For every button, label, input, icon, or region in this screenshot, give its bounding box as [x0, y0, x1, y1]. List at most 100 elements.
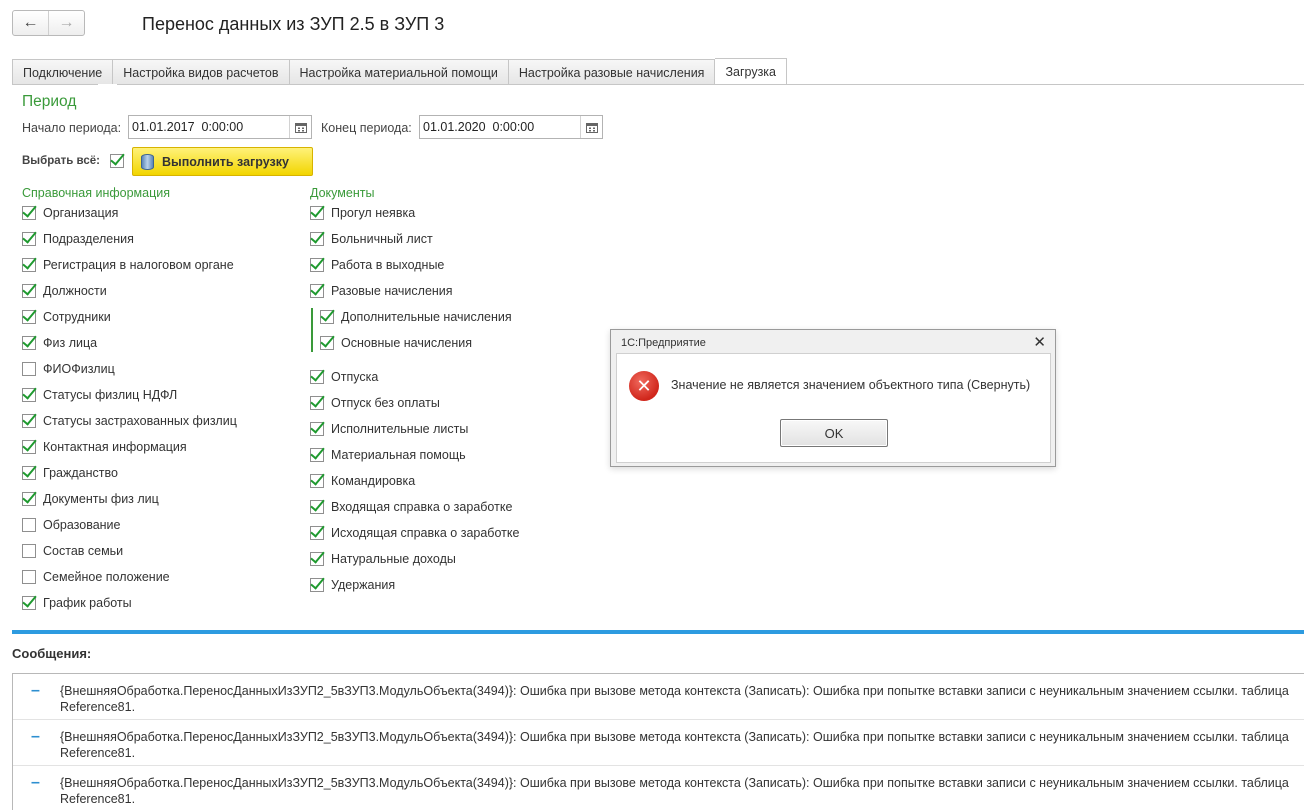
- checkbox[interactable]: [22, 310, 36, 324]
- checkbox[interactable]: [22, 284, 36, 298]
- checkbox[interactable]: [310, 258, 324, 272]
- checkbox[interactable]: [310, 284, 324, 298]
- checkbox[interactable]: [310, 448, 324, 462]
- checkbox-label: Прогул неявка: [331, 206, 416, 220]
- start-period-field[interactable]: 01.01.2017 0:00:00: [128, 115, 312, 139]
- checkbox[interactable]: [22, 544, 36, 558]
- checkbox[interactable]: [22, 414, 36, 428]
- message-item[interactable]: – {ВнешняяОбработка.ПереносДанныхИзЗУП2_…: [13, 766, 1304, 810]
- checkbox-label: Исходящая справка о заработке: [331, 526, 520, 540]
- window-title: Перенос данных из ЗУП 2.5 в ЗУП 3: [142, 14, 445, 34]
- message-text: {ВнешняяОбработка.ПереносДанныхИзЗУП2_5в…: [60, 730, 1289, 760]
- checkbox-row[interactable]: Прогул неявка: [310, 204, 415, 222]
- checkbox-row[interactable]: Должности: [22, 282, 107, 300]
- checkbox-row[interactable]: Основные начисления: [320, 334, 472, 352]
- ok-button[interactable]: OK: [780, 419, 888, 447]
- checkbox-row[interactable]: Отпуск без оплаты: [310, 394, 440, 412]
- checkbox[interactable]: [310, 232, 324, 246]
- end-period-field[interactable]: 01.01.2020 0:00:00: [419, 115, 603, 139]
- checkbox-row[interactable]: Подразделения: [22, 230, 134, 248]
- forward-arrow-icon[interactable]: →: [48, 11, 84, 35]
- select-all-checkbox[interactable]: [110, 154, 124, 168]
- checkbox[interactable]: [310, 500, 324, 514]
- checkbox-label: Основные начисления: [341, 336, 473, 350]
- checkbox[interactable]: [310, 578, 324, 592]
- checkbox-row[interactable]: Контактная информация: [22, 438, 187, 456]
- checkbox[interactable]: [310, 396, 324, 410]
- back-arrow-icon[interactable]: ←: [13, 11, 48, 35]
- checkbox[interactable]: [22, 362, 36, 376]
- checkbox[interactable]: [22, 596, 36, 610]
- checkbox[interactable]: [22, 518, 36, 532]
- checkbox-row[interactable]: Материальная помощь: [310, 446, 466, 464]
- message-marker-icon: –: [31, 682, 40, 699]
- tab-connection[interactable]: Подключение: [12, 59, 114, 85]
- checkbox[interactable]: [310, 370, 324, 384]
- checkbox-label: Должности: [43, 284, 107, 298]
- checkbox-row[interactable]: Гражданство: [22, 464, 118, 482]
- checkbox-label: Документы физ лиц: [43, 492, 159, 506]
- tab-one-time-accruals[interactable]: Настройка разовые начисления: [508, 59, 716, 85]
- checkbox-row[interactable]: Документы физ лиц: [22, 490, 159, 508]
- checkbox-label: Исполнительные листы: [331, 422, 469, 436]
- messages-heading: Сообщения:: [12, 646, 92, 661]
- checkbox-row[interactable]: Образование: [22, 516, 120, 534]
- checkbox[interactable]: [310, 206, 324, 220]
- run-load-button[interactable]: Выполнить загрузку: [132, 147, 313, 176]
- message-text: {ВнешняяОбработка.ПереносДанныхИзЗУП2_5в…: [60, 776, 1289, 806]
- checkbox-row[interactable]: Регистрация в налоговом органе: [22, 256, 234, 274]
- checkbox[interactable]: [310, 474, 324, 488]
- close-icon[interactable]: ✕: [1033, 333, 1046, 351]
- checkbox[interactable]: [22, 336, 36, 350]
- checkbox-row[interactable]: Сотрудники: [22, 308, 111, 326]
- checkbox[interactable]: [22, 440, 36, 454]
- tab-load[interactable]: Загрузка: [715, 58, 788, 85]
- tab-material-help[interactable]: Настройка материальной помощи: [289, 59, 509, 85]
- checkbox-row[interactable]: Командировка: [310, 472, 415, 490]
- checkbox[interactable]: [22, 492, 36, 506]
- checkbox[interactable]: [320, 336, 334, 350]
- checkbox-row[interactable]: Организация: [22, 204, 118, 222]
- checkbox[interactable]: [22, 570, 36, 584]
- checkbox-row[interactable]: Отпуска: [310, 368, 378, 386]
- end-period-value[interactable]: 01.01.2020 0:00:00: [420, 116, 580, 138]
- checkbox-row[interactable]: Натуральные доходы: [310, 550, 456, 568]
- tab-calc-types[interactable]: Настройка видов расчетов: [113, 59, 290, 85]
- checkbox-row[interactable]: ФИОФизлиц: [22, 360, 115, 378]
- checkbox[interactable]: [310, 552, 324, 566]
- checkbox[interactable]: [320, 310, 334, 324]
- checkbox[interactable]: [310, 526, 324, 540]
- checkbox-row[interactable]: Статусы застрахованных физлиц: [22, 412, 237, 430]
- message-item[interactable]: – {ВнешняяОбработка.ПереносДанныхИзЗУП2_…: [13, 720, 1304, 766]
- nav-buttons: ← →: [12, 10, 85, 36]
- checkbox-row[interactable]: Исполнительные листы: [310, 420, 468, 438]
- checkbox-row[interactable]: Состав семьи: [22, 542, 123, 560]
- checkbox-row[interactable]: Разовые начисления: [310, 282, 453, 300]
- calendar-icon[interactable]: [289, 116, 311, 138]
- checkbox-row[interactable]: Статусы физлиц НДФЛ: [22, 386, 177, 404]
- checkbox-row[interactable]: Семейное положение: [22, 568, 170, 586]
- checkbox-row[interactable]: Исходящая справка о заработке: [310, 524, 519, 542]
- checkbox-row[interactable]: Входящая справка о заработке: [310, 498, 512, 516]
- checkbox-label: Работа в выходные: [331, 258, 445, 272]
- checkbox-row[interactable]: График работы: [22, 594, 132, 612]
- checkbox-label: Физ лица: [43, 336, 98, 350]
- checkbox-row[interactable]: Дополнительные начисления: [320, 308, 512, 326]
- checkbox-label: Натуральные доходы: [331, 552, 456, 566]
- start-period-value[interactable]: 01.01.2017 0:00:00: [129, 116, 289, 138]
- checkbox[interactable]: [22, 388, 36, 402]
- checkbox-row[interactable]: Работа в выходные: [310, 256, 444, 274]
- checkbox-row[interactable]: Физ лица: [22, 334, 97, 352]
- checkbox-row[interactable]: Больничный лист: [310, 230, 433, 248]
- panel-splitter[interactable]: [12, 630, 1304, 634]
- checkbox[interactable]: [22, 232, 36, 246]
- checkbox[interactable]: [310, 422, 324, 436]
- checkbox-row[interactable]: Удержания: [310, 576, 395, 594]
- message-item[interactable]: – {ВнешняяОбработка.ПереносДанныхИзЗУП2_…: [13, 674, 1304, 720]
- messages-panel: – {ВнешняяОбработка.ПереносДанныхИзЗУП2_…: [12, 673, 1304, 810]
- message-text: {ВнешняяОбработка.ПереносДанныхИзЗУП2_5в…: [60, 684, 1289, 714]
- checkbox[interactable]: [22, 466, 36, 480]
- calendar-icon[interactable]: [580, 116, 602, 138]
- checkbox[interactable]: [22, 258, 36, 272]
- checkbox[interactable]: [22, 206, 36, 220]
